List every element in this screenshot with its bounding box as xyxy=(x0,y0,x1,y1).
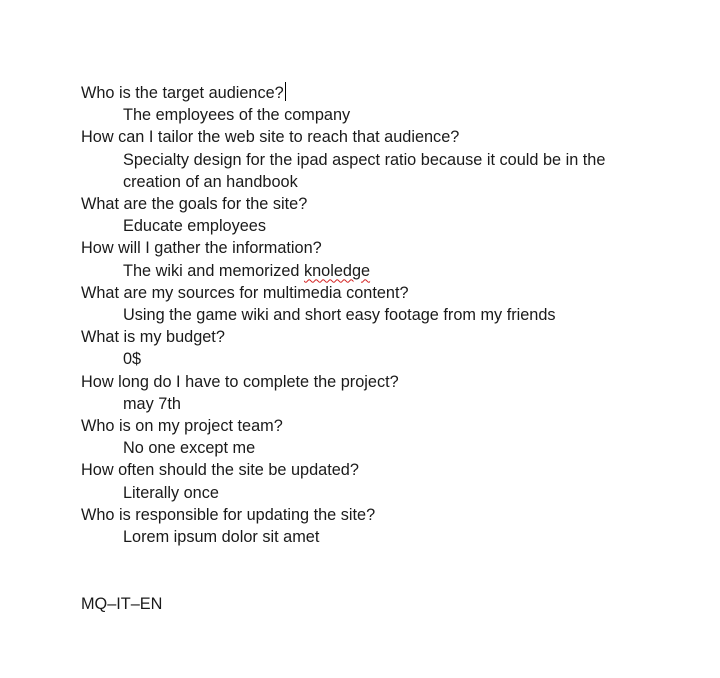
question-target-audience: Who is the target audience? xyxy=(81,82,681,104)
text-cursor xyxy=(284,82,287,101)
question-budget: What is my budget? xyxy=(81,328,225,347)
question-text: Who is the target audience? xyxy=(81,84,284,102)
question-gather-info: How will I gather the information? xyxy=(81,239,322,258)
question-goals: What are the goals for the site? xyxy=(81,195,308,214)
answer-project-team: No one except me xyxy=(123,439,256,458)
answer-multimedia-sources: Using the game wiki and short easy foota… xyxy=(123,306,556,325)
misspelled-word[interactable]: knoledge xyxy=(304,262,370,280)
answer-goals: Educate employees xyxy=(123,217,267,236)
answer-update-responsibility: Lorem ipsum dolor sit amet xyxy=(123,528,320,547)
question-update-responsibility: Who is responsible for updating the site… xyxy=(81,505,376,524)
qa-list: Who is the target audience? The employee… xyxy=(81,82,681,548)
document-page[interactable]: Who is the target audience? The employee… xyxy=(0,0,720,678)
answer-timeline: may 7th xyxy=(123,394,181,413)
question-project-team: Who is on my project team? xyxy=(81,417,283,436)
question-update-frequency: How often should the site be updated? xyxy=(81,461,359,480)
footer-code: MQ–IT–EN xyxy=(81,595,163,613)
answer-update-frequency: Literally once xyxy=(123,483,219,502)
answer-tailor-site: Specialty design for the ipad aspect rat… xyxy=(123,150,606,191)
answer-gather-info: The wiki and memorized knoledge xyxy=(81,260,643,282)
question-tailor-site: How can I tailor the web site to reach t… xyxy=(81,128,460,147)
question-timeline: How long do I have to complete the proje… xyxy=(81,372,399,391)
answer-target-audience: The employees of the company xyxy=(123,106,351,125)
answer-budget: 0$ xyxy=(123,350,142,369)
answer-text: The wiki and memorized xyxy=(123,261,304,280)
question-multimedia-sources: What are my sources for multimedia conte… xyxy=(81,283,409,302)
